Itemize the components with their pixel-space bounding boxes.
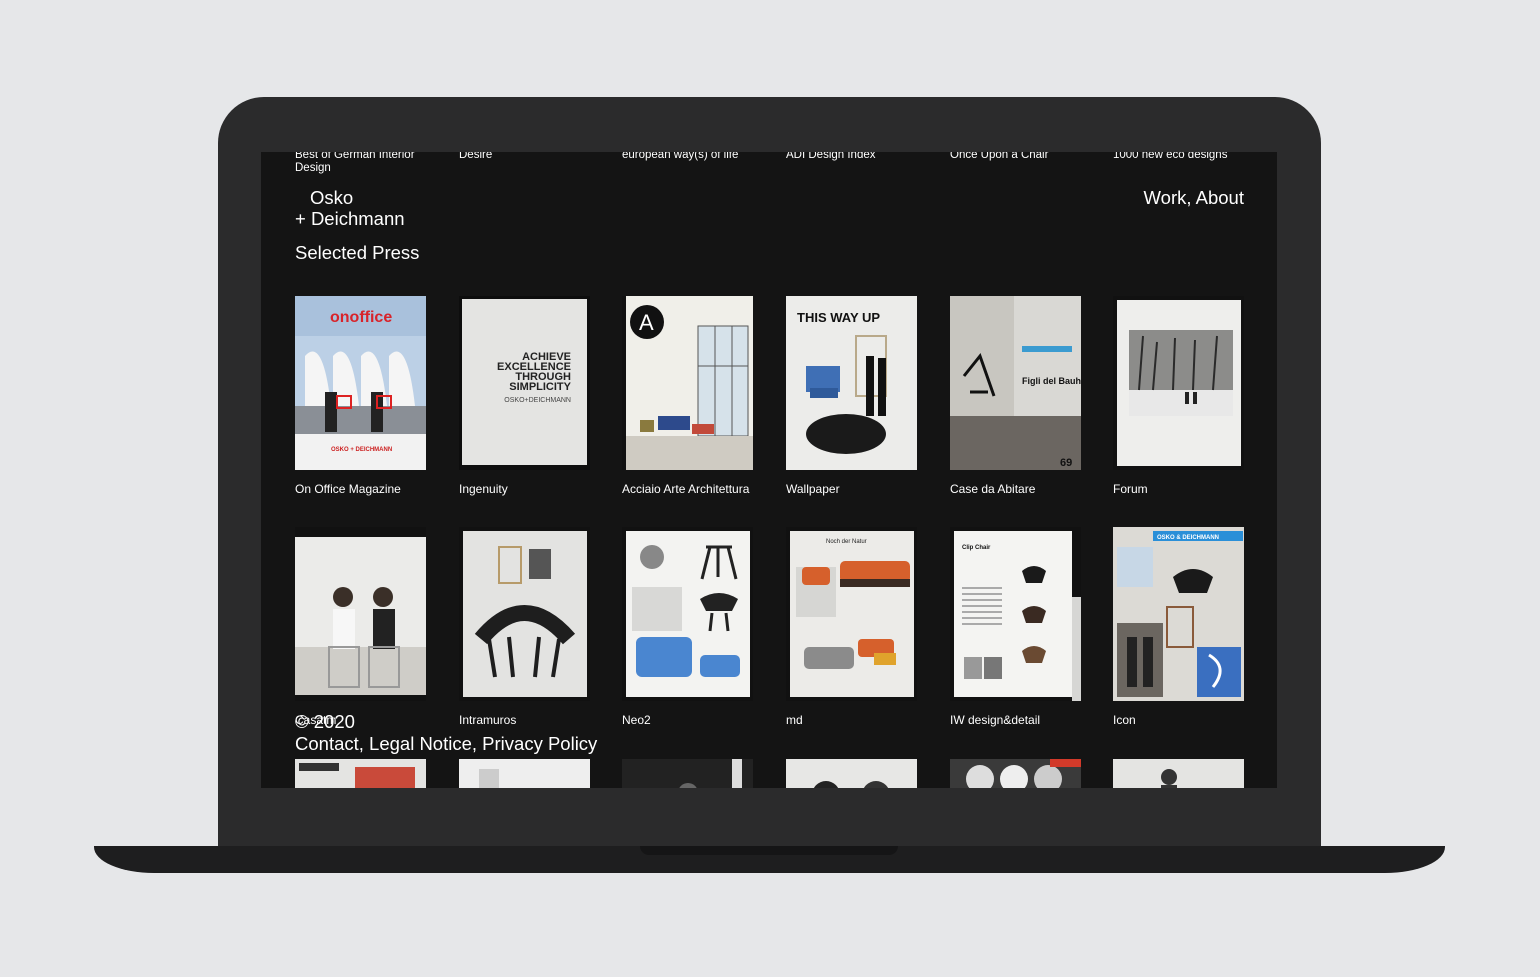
press-tile-wallpaper[interactable]: THIS WAY UP Wallpaper [786,296,917,496]
svg-text:onoffice: onoffice [330,309,392,326]
cover-image: THIS WAY UP [786,296,917,470]
svg-text:THIS WAY UP: THIS WAY UP [797,310,880,325]
brand-line-1: Osko [310,187,354,208]
laptop-notch [640,846,898,855]
caption-best-of-german[interactable]: Best of German Interior Design [295,152,435,175]
svg-text:Noch der Natur: Noch der Natur [826,539,867,545]
cover-forum-graphic [1113,296,1244,470]
press-tile-case-da-abitare[interactable]: Figli del Bauhaus 69 Case da Abitare [950,296,1081,496]
cover-image [622,527,753,701]
cover-image: Noch der Natur [786,527,917,701]
cover-wallpaper-graphic: THIS WAY UP [786,296,917,470]
peek-cover-graphic [295,759,426,788]
section-title: Selected Press [295,242,420,263]
laptop-base [94,846,1445,873]
legal-notice-link[interactable]: Legal Notice [369,733,472,754]
tile-label: md [786,713,803,727]
press-tile-intramuros[interactable]: Intramuros [459,527,590,727]
caption-once-upon[interactable]: Once Upon a Chair [950,152,1090,162]
footer-links: Contact, Legal Notice, Privacy Policy [295,733,597,755]
cover-image [1113,296,1244,470]
site-logo[interactable]: Osko + Deichmann [295,187,405,229]
browser-screen: Best of German Interior Design Desire eu… [261,152,1277,788]
caption-desire[interactable]: Desire [459,152,599,162]
peek-cover-graphic [786,759,917,788]
svg-text:A: A [639,310,654,335]
cover-on-office-graphic: onoffice OSKO + DEICHMANN [295,296,426,470]
press-tile-peek[interactable] [622,759,753,788]
press-tile-acciaio[interactable]: A Acciaio Arte Architettura [622,296,753,496]
press-tile-forum[interactable]: Forum [1113,296,1244,496]
tile-label: Neo2 [622,713,651,727]
svg-text:OSKO+DEICHMANN: OSKO+DEICHMANN [504,397,571,404]
press-tile-peek[interactable] [459,759,590,788]
nav-separator: , [1186,187,1196,208]
cover-image: A [622,296,753,470]
cover-acciaio-graphic: A [622,296,753,470]
peek-cover-graphic [950,759,1081,788]
tile-label: Acciaio Arte Architettura [622,482,750,496]
site-footer: © 2020 Contact, Legal Notice, Privacy Po… [295,711,597,755]
svg-text:OSKO + DEICHMANN: OSKO + DEICHMANN [331,447,392,453]
tile-label: Icon [1113,713,1136,727]
cover-case-da-abitare-graphic: Figli del Bauhaus 69 [950,296,1081,470]
svg-text:Clip Chair: Clip Chair [962,545,991,551]
contact-link[interactable]: Contact [295,733,359,754]
press-tile-md[interactable]: Noch der Natur md [786,527,917,727]
tile-label: Case da Abitare [950,482,1036,496]
tile-label: Ingenuity [459,482,508,496]
cover-neo2-graphic [622,527,753,701]
cover-iw-design-graphic: Clip Chair [950,527,1081,701]
cover-intramuros-graphic [459,527,590,701]
cover-image [295,527,426,701]
svg-text:OSKO & DEICHMANN: OSKO & DEICHMANN [1157,535,1219,541]
cover-casatm-graphic [295,527,426,701]
peek-cover-graphic [1113,759,1244,788]
tile-label: IW design&detail [950,713,1041,727]
privacy-policy-link[interactable]: Privacy Policy [482,733,597,754]
press-tile-peek[interactable] [1113,759,1244,788]
cover-md-graphic: Noch der Natur [786,527,917,701]
cover-icon-graphic: OSKO & DEICHMANN [1113,527,1244,701]
cover-ingenuity-graphic: ACHIEVE EXCELLENCE THROUGH SIMPLICITY OS… [459,296,590,470]
caption-eco-designs[interactable]: 1000 new eco designs [1113,152,1253,162]
peek-cover-graphic [459,759,590,788]
main-nav: Work, About [1144,187,1244,209]
press-tile-peek[interactable] [786,759,917,788]
footer-separator: , [471,733,483,754]
tile-label: Wallpaper [786,482,840,496]
press-tile-on-office[interactable]: onoffice OSKO + DEICHMANN On Office Maga… [295,296,426,496]
nav-about-link[interactable]: About [1196,187,1244,208]
caption-european-ways[interactable]: european way(s) of life [622,152,762,162]
caption-adi-design[interactable]: ADI Design Index [786,152,926,162]
cover-image: ACHIEVE EXCELLENCE THROUGH SIMPLICITY OS… [459,296,590,470]
tile-label: Forum [1113,482,1148,496]
press-tile-casatm[interactable]: Casatm [295,527,426,727]
press-tile-iw-design[interactable]: Clip Chair IW design&detail [950,527,1081,727]
svg-text:Figli del Bauhaus: Figli del Bauhaus [1022,376,1081,386]
press-tile-neo2[interactable]: Neo2 [622,527,753,727]
cover-image [459,527,590,701]
nav-work-link[interactable]: Work [1144,187,1187,208]
svg-text:69: 69 [1060,457,1072,469]
press-tile-ingenuity[interactable]: ACHIEVE EXCELLENCE THROUGH SIMPLICITY OS… [459,296,590,496]
cover-image: OSKO & DEICHMANN [1113,527,1244,701]
press-tile-peek[interactable] [950,759,1081,788]
svg-text:SIMPLICITY: SIMPLICITY [509,381,571,393]
press-tile-peek[interactable] [295,759,426,788]
tile-label: On Office Magazine [295,482,401,496]
cover-image: onoffice OSKO + DEICHMANN [295,296,426,470]
cover-image: Clip Chair [950,527,1081,701]
footer-separator: , [358,733,370,754]
press-tile-icon[interactable]: OSKO & DEICHMANN Icon [1113,527,1244,727]
peek-cover-graphic [622,759,753,788]
copyright: © 2020 [295,711,355,732]
brand-line-2: + Deichmann [295,208,405,229]
cover-image: Figli del Bauhaus 69 [950,296,1081,470]
